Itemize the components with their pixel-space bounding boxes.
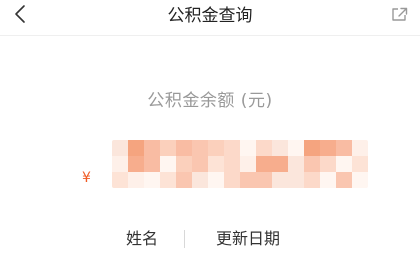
name-label: 姓名 (126, 229, 159, 248)
info-row: 姓名 更新日期 (0, 226, 420, 252)
share-icon (391, 6, 409, 26)
balance-label: 公积金余额 (元) (147, 91, 273, 111)
balance-amount-row: ¥ (0, 140, 420, 196)
info-divider (184, 230, 185, 248)
nav-bar: 公积金查询 (0, 0, 420, 36)
update-date-label: 更新日期 (216, 229, 281, 248)
page-title: 公积金查询 (167, 6, 253, 26)
share-button[interactable] (388, 4, 412, 28)
currency-symbol: ¥ (82, 170, 91, 186)
balance-amount-masked (112, 140, 368, 188)
